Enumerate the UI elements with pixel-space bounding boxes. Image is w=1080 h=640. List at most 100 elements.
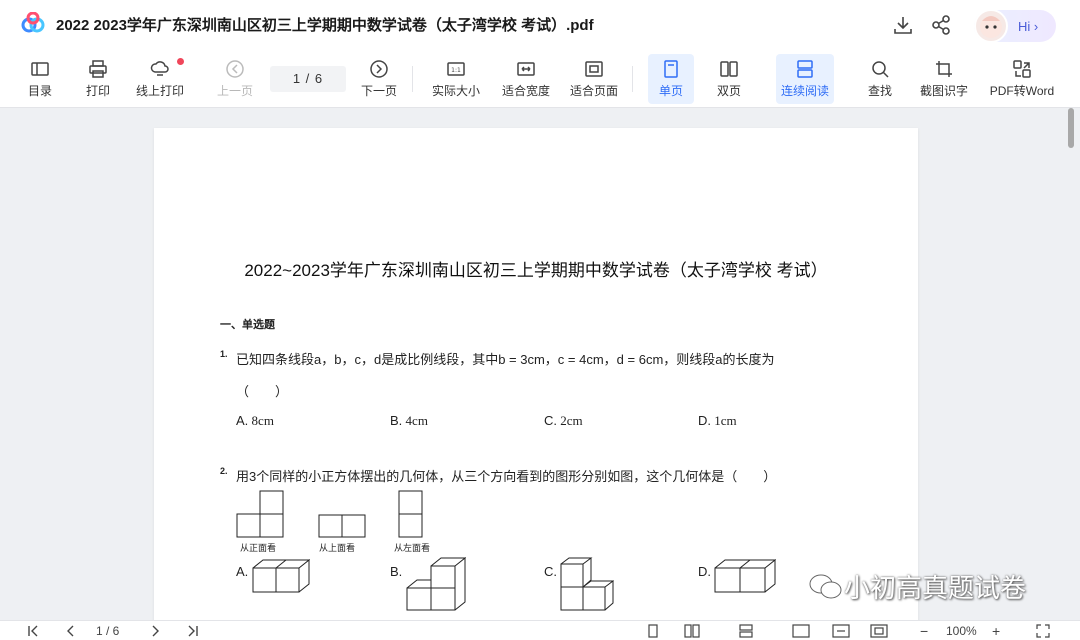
option-value: 8cm bbox=[251, 413, 274, 428]
notification-dot bbox=[177, 58, 184, 65]
app-logo-icon bbox=[21, 12, 45, 33]
question-1-option-d: D. 1cm bbox=[698, 413, 737, 429]
front-view-label: 从正面看 bbox=[240, 543, 277, 553]
hi-label: Hi › bbox=[1018, 18, 1039, 34]
toc-label: 目录 bbox=[27, 84, 52, 98]
fit-page-button[interactable]: 适合页面 bbox=[566, 54, 622, 104]
toolbar-divider bbox=[632, 66, 633, 92]
double-page-icon bbox=[720, 61, 738, 77]
option-b-solid-figure bbox=[406, 556, 466, 611]
question-2-option-c-label: C. bbox=[544, 564, 557, 579]
toolbar: 目录 打印 线上打印 上一页 下一页 1:1 实际大小 适合宽度 适合页面 单页… bbox=[0, 50, 1080, 108]
zoom-in-button[interactable]: + bbox=[992, 624, 1000, 638]
option-value: 2cm bbox=[560, 413, 583, 428]
zoom-out-button[interactable]: − bbox=[920, 624, 928, 638]
online-print-button[interactable]: 线上打印 bbox=[132, 54, 188, 104]
fit-width-button[interactable]: 适合宽度 bbox=[498, 54, 554, 104]
question-1-number: 1. bbox=[220, 349, 228, 359]
question-1-text: 已知四条线段a，b，c，d是成比例线段，其中b = 3cm，c = 4cm，d … bbox=[236, 352, 775, 367]
cloud-print-icon bbox=[150, 61, 169, 76]
print-button[interactable]: 打印 bbox=[80, 54, 116, 104]
question-1-option-b: B. 4cm bbox=[390, 413, 428, 429]
next-page-icon bbox=[370, 60, 388, 78]
fit-page-small-icon[interactable] bbox=[870, 624, 888, 638]
vertical-scrollbar[interactable] bbox=[1068, 108, 1074, 148]
zoom-level[interactable]: 100% bbox=[946, 624, 977, 638]
next-page-small-icon[interactable] bbox=[148, 624, 162, 638]
document-viewport[interactable]: 2022~2023学年广东深圳南山区初三上学期期中数学试卷（太子湾学校 考试） … bbox=[0, 108, 1080, 620]
front-view-figure bbox=[236, 490, 284, 538]
pdf-to-word-button[interactable]: PDF转Word bbox=[988, 54, 1056, 104]
single-page-small-icon[interactable] bbox=[646, 624, 660, 638]
single-page-label: 单页 bbox=[658, 84, 683, 98]
paper-title: 2022~2023学年广东深圳南山区初三上学期期中数学试卷（太子湾学校 考试） bbox=[244, 261, 828, 280]
page-number-input[interactable]: 1 / 6 bbox=[270, 66, 346, 92]
question-2-text: 用3个同样的小正方体摆出的几何体，从三个方向看到的图形分别如图，这个几何体是（ … bbox=[236, 469, 777, 484]
assistant-hi-button[interactable]: Hi › bbox=[974, 9, 1056, 43]
toc-icon bbox=[31, 62, 49, 76]
double-page-small-icon[interactable] bbox=[684, 624, 700, 638]
screenshot-ocr-label: 截图识字 bbox=[919, 84, 968, 98]
next-page-label: 下一页 bbox=[360, 84, 397, 98]
continuous-icon bbox=[797, 60, 813, 78]
toc-button[interactable]: 目录 bbox=[22, 54, 58, 104]
option-label: B. bbox=[390, 413, 403, 428]
double-page-label: 双页 bbox=[716, 84, 741, 98]
continuous-small-icon[interactable] bbox=[738, 624, 754, 638]
svg-text:1:1: 1:1 bbox=[451, 67, 461, 74]
option-value: 4cm bbox=[405, 413, 428, 428]
next-page-button[interactable]: 下一页 bbox=[356, 54, 402, 104]
prev-page-label: 上一页 bbox=[216, 84, 253, 98]
option-a-solid-figure bbox=[252, 558, 310, 593]
actual-size-label: 实际大小 bbox=[431, 84, 480, 98]
pdf-to-word-label: PDF转Word bbox=[989, 84, 1055, 98]
question-1-option-c: C. 2cm bbox=[544, 413, 583, 429]
fit-page-icon bbox=[585, 61, 603, 77]
share-icon[interactable] bbox=[930, 14, 952, 36]
first-page-icon[interactable] bbox=[26, 624, 40, 638]
prev-page-small-icon[interactable] bbox=[64, 624, 78, 638]
double-page-button[interactable]: 双页 bbox=[706, 54, 752, 104]
status-page-indicator[interactable]: 1 / 6 bbox=[96, 624, 119, 638]
title-bar: 2022 2023学年广东深圳南山区初三上学期期中数学试卷（太子湾学校 考试）.… bbox=[0, 0, 1080, 50]
prev-page-button[interactable]: 上一页 bbox=[212, 54, 258, 104]
top-view-figure bbox=[318, 514, 366, 538]
single-page-button[interactable]: 单页 bbox=[648, 54, 694, 104]
question-1-option-a: A. 8cm bbox=[236, 413, 274, 429]
option-label: A. bbox=[236, 413, 249, 428]
fit-width-icon bbox=[517, 62, 535, 76]
question-2-option-d-label: D. bbox=[698, 564, 711, 579]
search-icon bbox=[872, 61, 889, 78]
actual-size-icon: 1:1 bbox=[447, 62, 465, 76]
screenshot-ocr-button[interactable]: 截图识字 bbox=[918, 54, 970, 104]
watermark-text: 小初高真题试卷 bbox=[844, 573, 1027, 603]
fit-width-small-icon[interactable] bbox=[832, 624, 850, 638]
screenshot-ocr-icon bbox=[936, 61, 952, 77]
fullscreen-icon[interactable] bbox=[1036, 624, 1050, 638]
status-bar: 1 / 6 − 100% + bbox=[0, 620, 1080, 640]
last-page-icon[interactable] bbox=[186, 624, 200, 638]
assistant-avatar bbox=[974, 9, 1008, 43]
pdf-page: 2022~2023学年广东深圳南山区初三上学期期中数学试卷（太子湾学校 考试） … bbox=[154, 128, 918, 620]
wechat-logo-icon bbox=[809, 574, 842, 598]
printer-icon bbox=[89, 60, 107, 78]
search-label: 查找 bbox=[867, 84, 892, 98]
document-title: 2022 2023学年广东深圳南山区初三上学期期中数学试卷（太子湾学校 考试）.… bbox=[56, 17, 594, 34]
search-button[interactable]: 查找 bbox=[858, 54, 902, 104]
continuous-read-button[interactable]: 连续阅读 bbox=[776, 54, 834, 104]
left-view-figure bbox=[398, 490, 423, 538]
option-label: C. bbox=[544, 413, 557, 428]
online-print-label: 线上打印 bbox=[135, 84, 184, 98]
print-label: 打印 bbox=[85, 84, 110, 98]
actual-size-small-icon[interactable] bbox=[792, 624, 810, 638]
question-2-number: 2. bbox=[220, 466, 228, 476]
pdf-to-word-icon bbox=[1013, 60, 1031, 78]
toolbar-divider bbox=[412, 66, 413, 92]
actual-size-button[interactable]: 1:1 实际大小 bbox=[428, 54, 484, 104]
prev-page-icon bbox=[226, 60, 244, 78]
option-label: D. bbox=[698, 413, 711, 428]
watermark: 小初高真题试卷 bbox=[808, 568, 1026, 605]
download-icon[interactable] bbox=[892, 14, 914, 36]
option-value: 1cm bbox=[714, 413, 737, 428]
question-1-paren: （ ） bbox=[236, 384, 289, 399]
